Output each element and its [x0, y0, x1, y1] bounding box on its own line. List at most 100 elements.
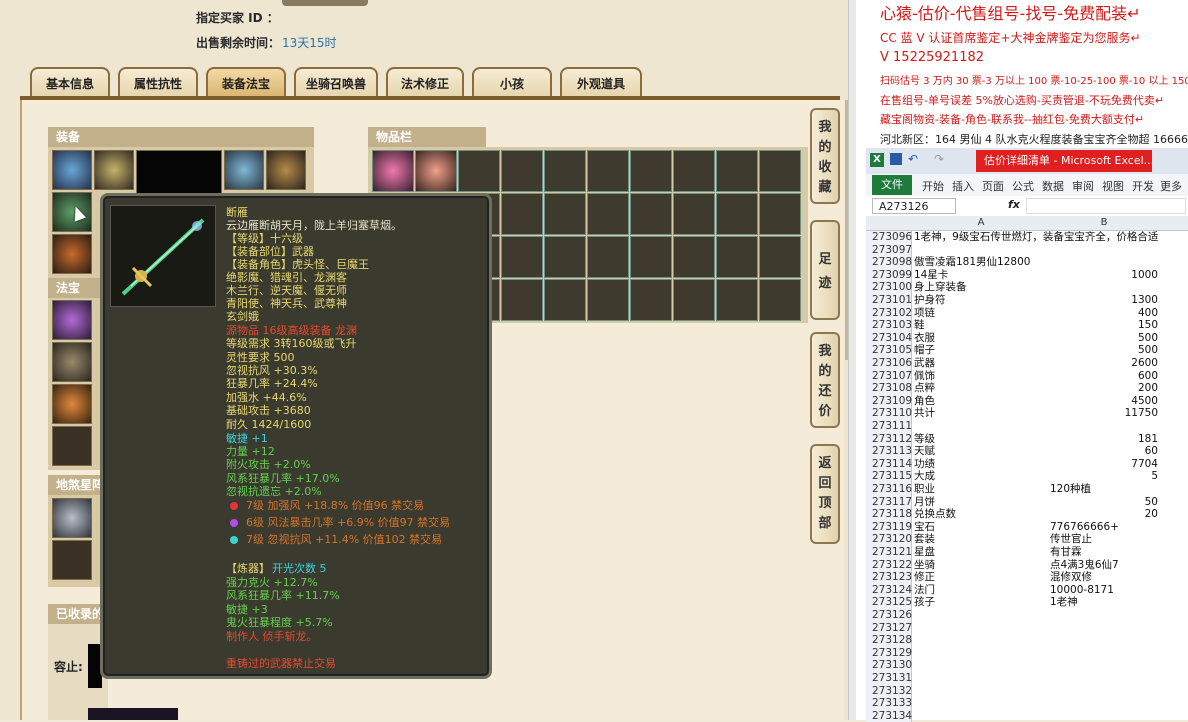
tab-attributes[interactable]: 属性抗性: [118, 67, 198, 97]
cell-a[interactable]: 项链: [914, 307, 1048, 320]
fabao-slot-4[interactable]: [52, 426, 92, 466]
row-number[interactable]: 273113: [866, 445, 912, 458]
item-grid-cell[interactable]: [759, 236, 801, 278]
cell-a[interactable]: 帽子: [914, 344, 1048, 357]
dishaxing-slot-1[interactable]: [52, 498, 92, 538]
cell-b[interactable]: 120种植: [1050, 483, 1158, 496]
name-box[interactable]: A273126: [872, 198, 956, 214]
ribbon-tab-review[interactable]: 审阅: [1072, 178, 1094, 194]
equip-slot-necklace[interactable]: [94, 150, 134, 190]
top-button-edge[interactable]: [282, 0, 368, 6]
cell-b[interactable]: 500: [1050, 332, 1158, 345]
item-grid-cell[interactable]: [716, 150, 758, 192]
equip-slot-shoes[interactable]: [52, 234, 92, 274]
cell-b[interactable]: 1000: [1050, 269, 1158, 282]
item-grid-cell[interactable]: [759, 193, 801, 235]
item-grid-cell[interactable]: [587, 193, 629, 235]
row-number[interactable]: 273098: [866, 256, 912, 269]
item-grid-cell[interactable]: [501, 236, 543, 278]
row-number[interactable]: 273133: [866, 697, 912, 710]
item-grid-cell[interactable]: [673, 236, 715, 278]
cell-a[interactable]: 身上穿装备: [914, 281, 1048, 294]
row-number[interactable]: 273117: [866, 495, 912, 509]
ribbon-tab-view[interactable]: 视图: [1102, 178, 1124, 194]
cell-b[interactable]: 4500: [1050, 395, 1158, 408]
cell-b[interactable]: 10000-8171: [1050, 584, 1158, 597]
column-b-header[interactable]: B: [1050, 217, 1158, 228]
cell-a[interactable]: 鞋: [914, 319, 1048, 332]
item-grid-cell[interactable]: [544, 236, 586, 278]
row-number[interactable]: 273105: [866, 344, 912, 357]
row-number[interactable]: 273119: [866, 520, 912, 534]
cell-b[interactable]: 11750: [1050, 407, 1158, 420]
cell-b[interactable]: 有甘霖: [1050, 546, 1158, 559]
row-number[interactable]: 273120: [866, 533, 912, 546]
cell-a[interactable]: 傲雪凌霜181男仙12800: [914, 256, 1048, 269]
cell-a[interactable]: 功绩: [914, 458, 1048, 471]
item-grid-cell[interactable]: [372, 150, 414, 192]
row-number[interactable]: 273100: [866, 281, 912, 294]
row-number[interactable]: 273103: [866, 319, 912, 332]
back-to-top-button[interactable]: 返回顶部: [810, 444, 840, 544]
item-grid-cell[interactable]: [544, 150, 586, 192]
row-number[interactable]: 273116: [866, 483, 912, 496]
row-number[interactable]: 273102: [866, 306, 912, 320]
equip-slot-helmet[interactable]: [52, 150, 92, 190]
row-number[interactable]: 273110: [866, 407, 912, 420]
item-grid-cell[interactable]: [458, 150, 500, 192]
ribbon-tab-layout[interactable]: 页面: [982, 178, 1004, 194]
cell-b[interactable]: 5: [1050, 470, 1158, 483]
cell-b[interactable]: 传世官止: [1050, 533, 1158, 546]
item-grid-cell[interactable]: [673, 279, 715, 321]
cell-a[interactable]: 共计: [914, 407, 1048, 420]
redo-icon[interactable]: ↷: [934, 152, 944, 166]
row-number[interactable]: 273131: [866, 672, 912, 685]
cell-a[interactable]: 星盘: [914, 546, 1048, 559]
row-number[interactable]: 273129: [866, 646, 912, 660]
ribbon-tab-developer[interactable]: 开发: [1132, 178, 1154, 194]
cell-b[interactable]: 500: [1050, 344, 1158, 357]
item-grid-cell[interactable]: [630, 193, 672, 235]
equip-slot-armor[interactable]: [224, 150, 264, 190]
item-grid-cell[interactable]: [544, 193, 586, 235]
cell-b[interactable]: 150: [1050, 319, 1158, 332]
row-number[interactable]: 273104: [866, 331, 912, 345]
equip-slot-amulet[interactable]: [266, 150, 306, 190]
cell-a[interactable]: 14星卡: [914, 269, 1048, 282]
cell-a[interactable]: 天赋: [914, 445, 1048, 458]
row-number[interactable]: 273108: [866, 382, 912, 395]
cell-b[interactable]: 1300: [1050, 294, 1158, 307]
footprint-button[interactable]: 足迹: [810, 220, 840, 320]
row-number[interactable]: 273121: [866, 546, 912, 559]
cell-b[interactable]: 60: [1050, 445, 1158, 458]
ribbon-tab-more[interactable]: 更多: [1160, 178, 1182, 194]
tab-spell-correction[interactable]: 法术修正: [386, 67, 464, 97]
row-number[interactable]: 273132: [866, 684, 912, 698]
item-grid-cell[interactable]: [630, 236, 672, 278]
item-grid-cell[interactable]: [587, 150, 629, 192]
cell-b[interactable]: 400: [1050, 307, 1158, 320]
cell-a[interactable]: 点粹: [914, 382, 1048, 395]
cell-a[interactable]: 法门: [914, 584, 1048, 597]
tab-basic-info[interactable]: 基本信息: [30, 67, 110, 97]
cell-a[interactable]: 兑换点数: [914, 508, 1048, 521]
row-number[interactable]: 273134: [866, 709, 912, 722]
item-grid-cell[interactable]: [673, 150, 715, 192]
cell-a[interactable]: 孩子: [914, 596, 1048, 609]
tab-child[interactable]: 小孩: [472, 67, 552, 97]
item-grid-cell[interactable]: [501, 150, 543, 192]
formula-input[interactable]: [1026, 198, 1186, 214]
save-icon[interactable]: [890, 153, 902, 165]
fabao-slot-2[interactable]: [52, 342, 92, 382]
column-a-header[interactable]: A: [914, 217, 1048, 228]
item-grid-cell[interactable]: [673, 193, 715, 235]
undo-icon[interactable]: ↶: [908, 152, 918, 166]
row-number[interactable]: 273124: [866, 583, 912, 597]
cell-a[interactable]: 衣服: [914, 332, 1048, 345]
row-number[interactable]: 273112: [866, 432, 912, 446]
fabao-slot-3[interactable]: [52, 384, 92, 424]
cell-b[interactable]: 50: [1050, 496, 1158, 509]
ribbon-tab-formula[interactable]: 公式: [1012, 178, 1034, 194]
row-number[interactable]: 273096: [866, 231, 912, 244]
row-number[interactable]: 273114: [866, 457, 912, 471]
